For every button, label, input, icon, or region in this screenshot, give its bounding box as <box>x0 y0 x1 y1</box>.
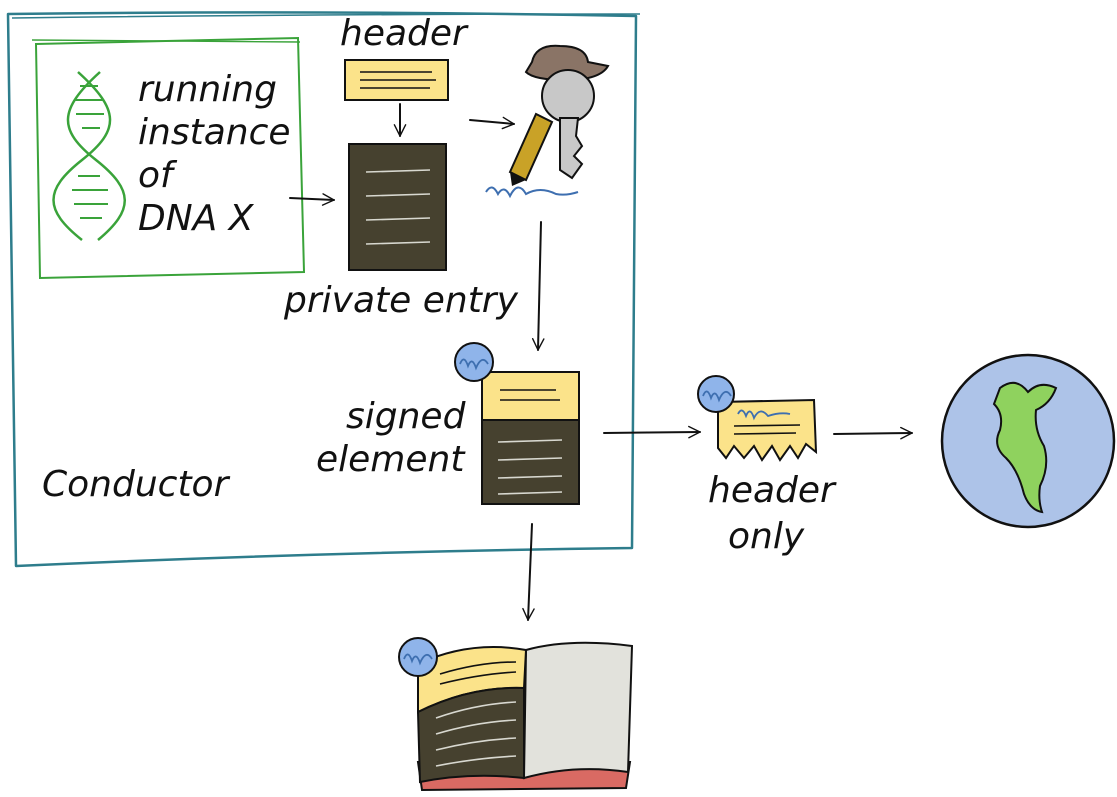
of-label: of <box>138 155 178 196</box>
running-label: running <box>138 69 277 110</box>
private-entry-card <box>348 143 447 271</box>
dna-to-entry-arrow <box>289 193 335 206</box>
element-label: element <box>316 439 466 480</box>
header-card <box>344 59 449 101</box>
private-entry-label: private entry <box>283 280 519 321</box>
signed-label: signed <box>346 396 467 437</box>
element-to-chain-arrow <box>522 523 535 621</box>
conductor-label: Conductor <box>42 464 231 505</box>
header-only-label-1: header <box>708 470 837 511</box>
signed-element-card <box>481 371 580 505</box>
header-to-network-arrow <box>833 426 913 440</box>
conductor-flow-diagram: running instance of DNA X header private… <box>6 11 1116 792</box>
open-book-icon <box>416 641 634 792</box>
element-to-header-only-arrow <box>603 425 701 439</box>
header-label: header <box>340 13 469 54</box>
key-pencil-hat-icon <box>485 44 610 199</box>
header-only-card <box>717 398 818 462</box>
dna-helix-icon <box>52 71 126 241</box>
header-to-signer-arrow <box>469 116 515 130</box>
dna-x-label: DNA X <box>138 198 255 239</box>
signature-seal-icon <box>398 637 438 677</box>
instance-label: instance <box>138 112 291 153</box>
signature-seal-icon <box>454 342 494 382</box>
earth-globe-icon <box>940 353 1116 529</box>
signer-to-element-arrow <box>531 221 545 351</box>
signature-seal-icon <box>697 375 735 413</box>
header-only-label-2: only <box>728 516 805 557</box>
